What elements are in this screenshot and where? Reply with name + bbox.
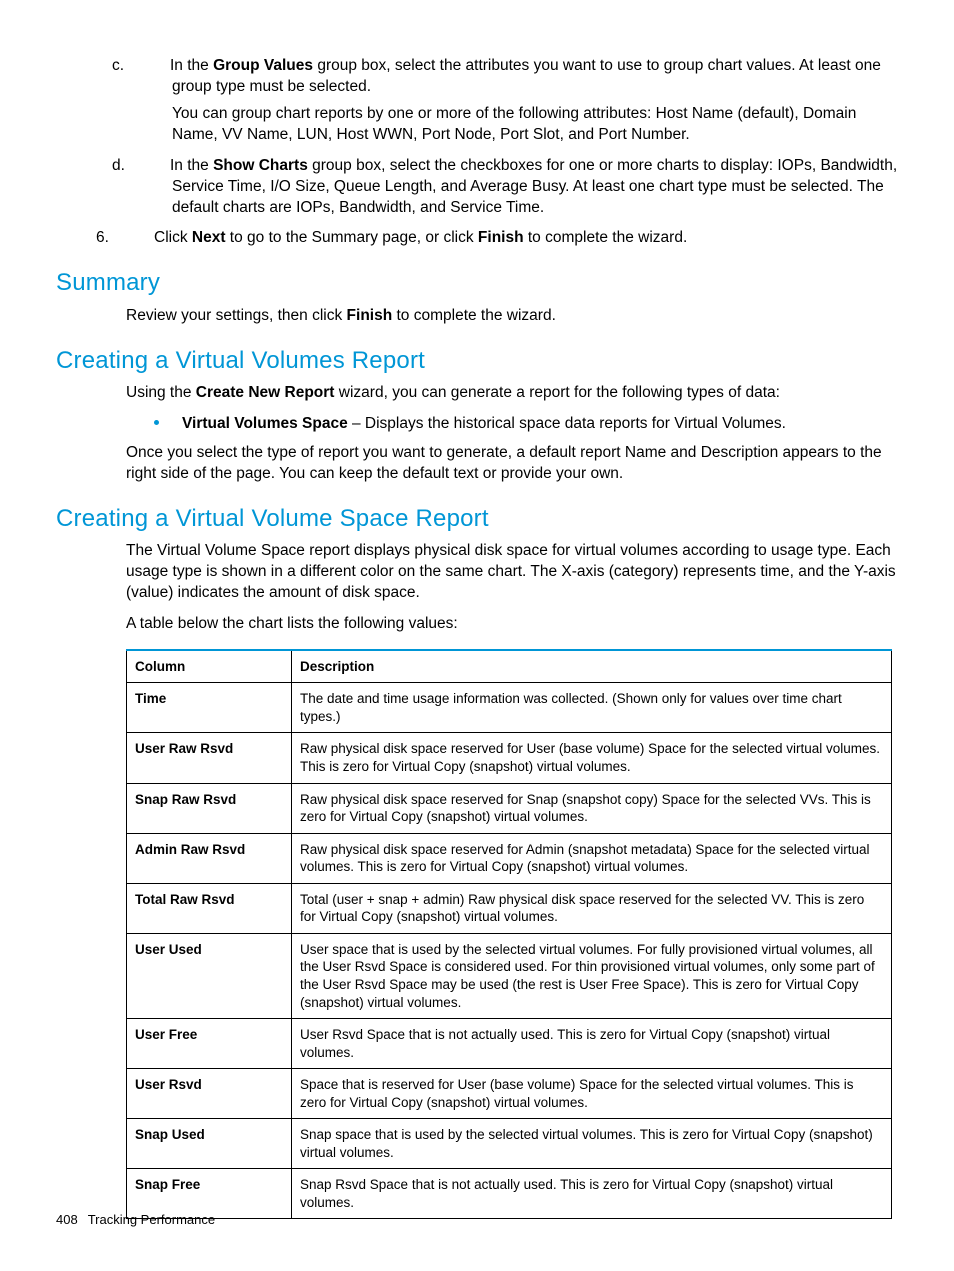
table-row: TimeThe date and time usage information … — [127, 683, 892, 733]
table-cell-column: Admin Raw Rsvd — [127, 833, 292, 883]
table-row: Admin Raw RsvdRaw physical disk space re… — [127, 833, 892, 883]
substep-c-para2: You can group chart reports by one or mo… — [172, 104, 898, 146]
table-cell-description: Snap space that is used by the selected … — [292, 1119, 892, 1169]
table-header: Column — [127, 650, 292, 683]
vvs-report-body: The Virtual Volume Space report displays… — [126, 541, 898, 635]
table-header-row: Column Description — [127, 650, 892, 683]
table-row: User Raw RsvdRaw physical disk space res… — [127, 733, 892, 783]
table-cell-column: Time — [127, 683, 292, 733]
list-marker: d. — [142, 156, 170, 177]
substep-d: d.In the Show Charts group box, select t… — [172, 156, 898, 219]
table-cell-column: User Free — [127, 1019, 292, 1069]
table-cell-description: Total (user + snap + admin) Raw physical… — [292, 883, 892, 933]
table-cell-description: Snap Rsvd Space that is not actually use… — [292, 1169, 892, 1219]
table-cell-description: Raw physical disk space reserved for Use… — [292, 733, 892, 783]
table-row: Snap FreeSnap Rsvd Space that is not act… — [127, 1169, 892, 1219]
table-cell-description: Raw physical disk space reserved for Adm… — [292, 833, 892, 883]
table-cell-column: User Used — [127, 933, 292, 1018]
list-marker: 6. — [126, 228, 154, 249]
bullet-item: Virtual Volumes Space – Displays the his… — [154, 414, 898, 435]
table-cell-column: Snap Raw Rsvd — [127, 783, 292, 833]
table-row: Snap Raw RsvdRaw physical disk space res… — [127, 783, 892, 833]
table-cell-description: User space that is used by the selected … — [292, 933, 892, 1018]
page-number: 408 — [56, 1212, 78, 1227]
bullet-icon — [154, 420, 159, 425]
body-text: The Virtual Volume Space report displays… — [126, 541, 898, 604]
list-marker: c. — [142, 56, 170, 77]
summary-body: Review your settings, then click Finish … — [126, 306, 898, 327]
body-text: Virtual Volumes Space – Displays the his… — [182, 415, 786, 432]
heading-vvs-report: Creating a Virtual Volume Space Report — [56, 503, 898, 535]
values-table: Column Description TimeThe date and time… — [126, 649, 892, 1220]
vv-report-body: Using the Create New Report wizard, you … — [126, 383, 898, 485]
bold-text: Show Charts — [213, 157, 308, 174]
table-header: Description — [292, 650, 892, 683]
body-text: In the Show Charts group box, select the… — [170, 157, 897, 216]
body-text: Click Next to go to the Summary page, or… — [154, 229, 687, 246]
body-text: Once you select the type of report you w… — [126, 443, 898, 485]
table-row: Snap UsedSnap space that is used by the … — [127, 1119, 892, 1169]
body-text: In the Group Values group box, select th… — [170, 57, 881, 95]
table-row: User FreeUser Rsvd Space that is not act… — [127, 1019, 892, 1069]
table-cell-description: User Rsvd Space that is not actually use… — [292, 1019, 892, 1069]
ordered-steps: c.In the Group Values group box, select … — [126, 56, 898, 249]
body-text: Using the Create New Report wizard, you … — [126, 383, 898, 404]
step-6: 6.Click Next to go to the Summary page, … — [126, 228, 898, 249]
bold-text: Create New Report — [196, 384, 335, 401]
table-cell-column: Total Raw Rsvd — [127, 883, 292, 933]
bold-text: Finish — [478, 229, 524, 246]
table-cell-column: Snap Used — [127, 1119, 292, 1169]
bold-text: Finish — [347, 307, 393, 324]
table-cell-column: User Raw Rsvd — [127, 733, 292, 783]
table-cell-column: User Rsvd — [127, 1069, 292, 1119]
page-footer: 408 Tracking Performance — [56, 1211, 215, 1229]
heading-summary: Summary — [56, 267, 898, 299]
bold-text: Next — [192, 229, 226, 246]
table-cell-description: The date and time usage information was … — [292, 683, 892, 733]
footer-title: Tracking Performance — [88, 1212, 215, 1227]
bold-text: Group Values — [213, 57, 313, 74]
body-text: A table below the chart lists the follow… — [126, 614, 898, 635]
substep-c: c.In the Group Values group box, select … — [172, 56, 898, 98]
table-row: Total Raw RsvdTotal (user + snap + admin… — [127, 883, 892, 933]
table-cell-description: Space that is reserved for User (base vo… — [292, 1069, 892, 1119]
body-text: Review your settings, then click Finish … — [126, 306, 898, 327]
page-content: c.In the Group Values group box, select … — [0, 0, 954, 1271]
table-cell-description: Raw physical disk space reserved for Sna… — [292, 783, 892, 833]
heading-vv-report: Creating a Virtual Volumes Report — [56, 345, 898, 377]
table-row: User UsedUser space that is used by the … — [127, 933, 892, 1018]
bold-text: Virtual Volumes Space — [182, 415, 348, 432]
table-row: User RsvdSpace that is reserved for User… — [127, 1069, 892, 1119]
